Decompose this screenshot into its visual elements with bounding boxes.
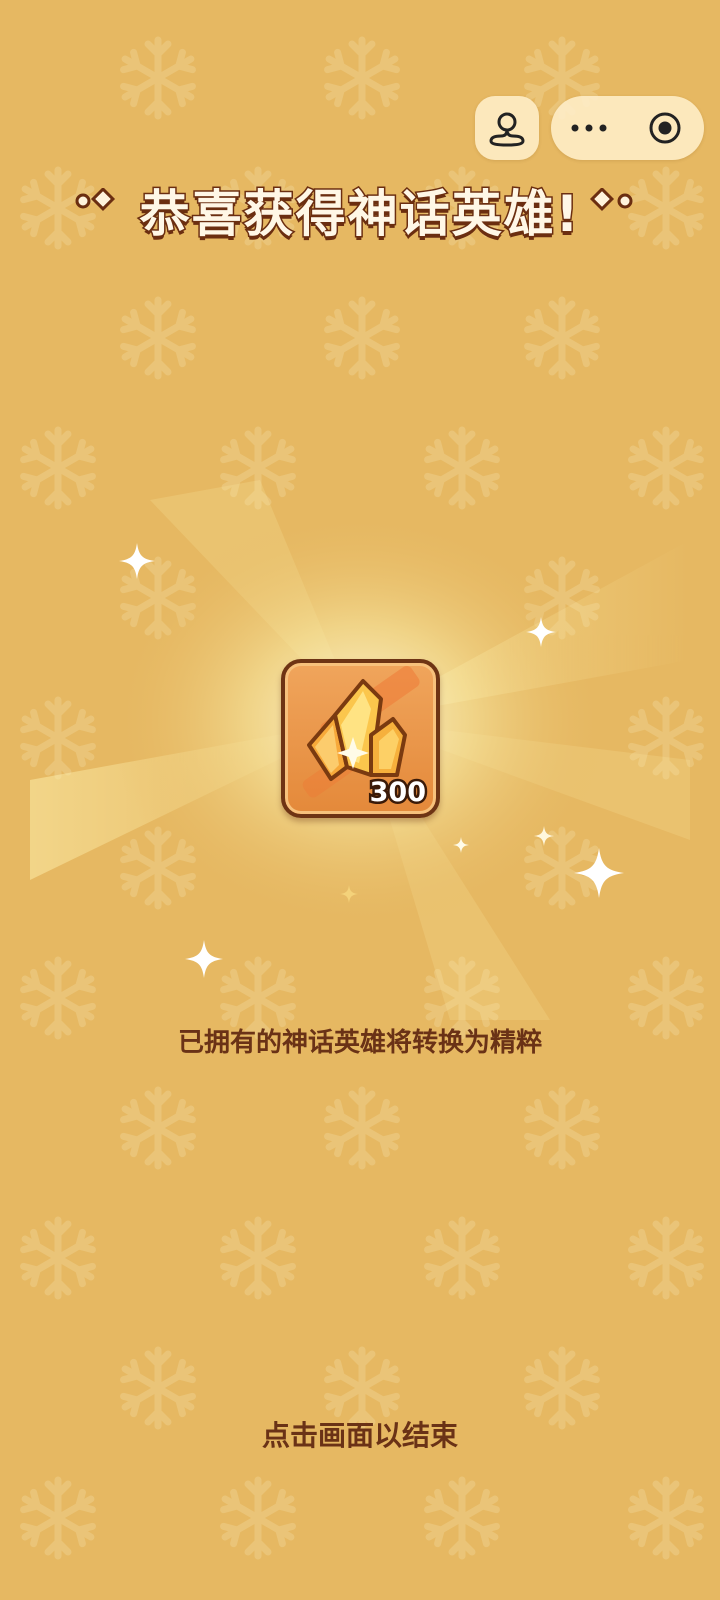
profile-button[interactable] bbox=[475, 96, 539, 160]
title-row: 恭喜获得神话英雄! bbox=[0, 168, 720, 245]
snowflake-icon bbox=[624, 1476, 708, 1560]
snowflake-icon bbox=[420, 1476, 504, 1560]
sparkle-icon bbox=[526, 617, 556, 647]
reward-screen[interactable]: { "header": { "title": "恭喜获得神话英雄!" }, "m… bbox=[0, 0, 720, 1600]
reward-item-card: 300 bbox=[281, 659, 440, 818]
reward-quantity: 300 bbox=[367, 775, 428, 811]
gold-crystal-essence-icon bbox=[307, 679, 407, 781]
snowflake-icon bbox=[116, 296, 200, 380]
snowflake-icon bbox=[320, 36, 404, 120]
user-icon bbox=[489, 112, 525, 147]
sparkle-icon bbox=[185, 940, 223, 978]
conversion-message: 已拥有的神话英雄将转换为精粹 bbox=[177, 1028, 542, 1058]
snowflake-icon bbox=[16, 1216, 100, 1300]
ornament-right-icon bbox=[589, 188, 633, 212]
sparkle-icon bbox=[574, 848, 624, 898]
sparkle-icon bbox=[534, 826, 554, 846]
snowflake-icon bbox=[420, 1216, 504, 1300]
sparkle-icon bbox=[119, 543, 155, 579]
snowflake-icon bbox=[216, 1216, 300, 1300]
mini-program-capsule bbox=[551, 96, 704, 160]
snowflake-icon bbox=[116, 36, 200, 120]
snowflake-icon bbox=[216, 1476, 300, 1560]
snowflake-icon bbox=[116, 1086, 200, 1170]
more-dots-icon[interactable] bbox=[569, 114, 609, 142]
snowflake-icon bbox=[320, 1086, 404, 1170]
sparkle-icon bbox=[340, 885, 358, 903]
target-close-icon[interactable] bbox=[648, 111, 682, 145]
tap-to-close-hint[interactable]: 点击画面以结束 bbox=[0, 1414, 720, 1454]
sparkle-icon bbox=[453, 837, 469, 853]
snowflake-icon bbox=[520, 296, 604, 380]
snowflake-icon bbox=[624, 1216, 708, 1300]
snowflake-icon bbox=[320, 296, 404, 380]
snowflake-icon bbox=[520, 1086, 604, 1170]
snowflake-icon bbox=[16, 1476, 100, 1560]
